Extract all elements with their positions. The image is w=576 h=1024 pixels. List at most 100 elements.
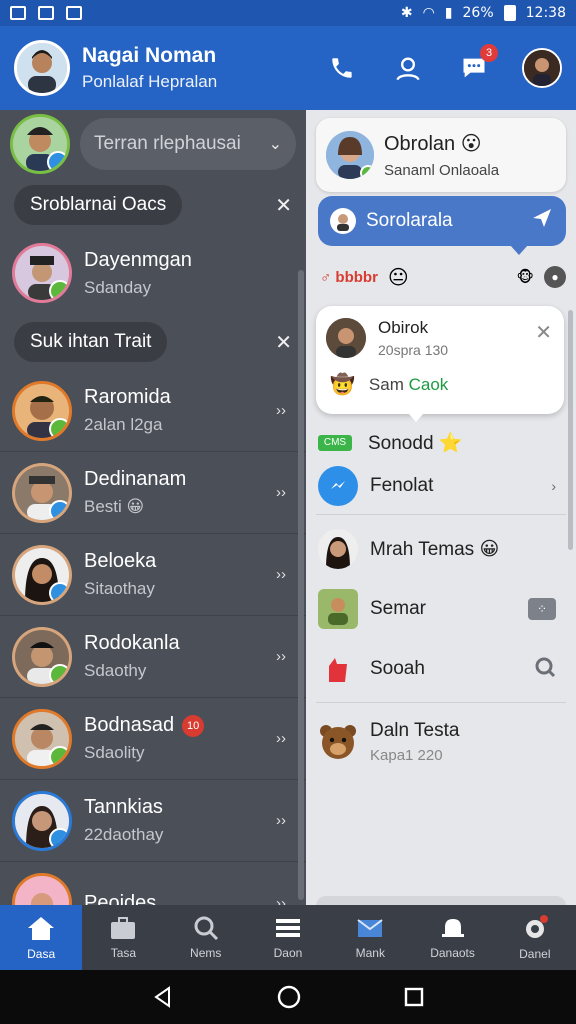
- nav-tasa[interactable]: Tasa: [82, 905, 164, 970]
- hand-emoji-icon: 🤠: [330, 374, 355, 396]
- notification-badge: 3: [480, 44, 498, 62]
- close-icon[interactable]: ✕: [535, 320, 552, 345]
- red-hand-icon: [318, 649, 358, 689]
- right-scrollbar[interactable]: [568, 310, 573, 550]
- mail-icon: [357, 918, 383, 937]
- chevron-right-icon[interactable]: ›: [551, 478, 556, 494]
- list-item[interactable]: Bodnasad 10 Sdaolity ››: [0, 698, 306, 780]
- list-item[interactable]: Semar ⁘: [306, 584, 568, 634]
- nav-nems[interactable]: Nems: [165, 905, 247, 970]
- chevron-right-icon[interactable]: ››: [276, 812, 286, 829]
- bottom-nav: Dasa Tasa Nems Daon Mank Danaots Danel: [0, 905, 576, 970]
- contact-name: Rodokanla: [84, 632, 180, 654]
- chevron-down-icon[interactable]: ⌄: [269, 134, 282, 154]
- item-name: Daln Testa: [370, 720, 460, 741]
- message-popup: Obirok 20spra 130 ✕ 🤠 Sam Caok: [316, 306, 564, 422]
- close-icon[interactable]: ✕: [275, 330, 292, 355]
- list-item[interactable]: Peoides ››: [0, 862, 306, 905]
- list-item[interactable]: Rodokanla Sdaothy ››: [0, 616, 306, 698]
- call-button[interactable]: [324, 50, 360, 86]
- contact-name: Peoides: [84, 891, 157, 906]
- settings-icon: [525, 914, 548, 938]
- battery-icon: [503, 5, 516, 21]
- popup-line: Sam Caok: [368, 374, 449, 394]
- close-icon[interactable]: ✕: [275, 193, 292, 218]
- online-status-icon: [49, 581, 69, 602]
- search-icon[interactable]: [534, 656, 556, 683]
- item-name: Sonodd ⭐: [368, 433, 463, 454]
- list-item[interactable]: Tannkias 22daothay ››: [0, 780, 306, 862]
- contact-avatar: [12, 544, 72, 605]
- nav-label: Mank: [355, 945, 385, 960]
- nav-label: Nems: [190, 945, 222, 960]
- nav-label: Danel: [519, 946, 551, 961]
- home-button-icon[interactable]: [276, 984, 302, 1010]
- list-item[interactable]: Dayenmgan Sdanday: [0, 232, 306, 314]
- signal-icon: ▮: [444, 5, 453, 21]
- chat-card[interactable]: Obrolan 😮 Sanaml Onlaoala: [316, 118, 566, 192]
- chevron-right-icon[interactable]: ››: [276, 402, 286, 419]
- gmail-icon: [38, 6, 54, 20]
- chevron-right-icon[interactable]: ››: [276, 566, 286, 583]
- online-status-icon: [49, 745, 69, 766]
- messenger-icon: [318, 466, 358, 506]
- search-placeholder: Terran rlephausai: [94, 133, 241, 154]
- nav-danel[interactable]: Danel: [494, 905, 576, 970]
- list-item[interactable]: Dedinanam Besti 😀 ››: [0, 452, 306, 534]
- search-input[interactable]: Terran rlephausai ⌄: [80, 118, 296, 170]
- item-name: Fenolat: [370, 475, 434, 496]
- nav-home[interactable]: Dasa: [0, 905, 83, 970]
- back-icon[interactable]: [151, 985, 175, 1009]
- send-icon[interactable]: [530, 206, 554, 236]
- divider: [316, 514, 566, 515]
- bear-avatar-icon: [318, 722, 358, 762]
- list-item[interactable]: Beloeka Sitaothay ››: [0, 534, 306, 616]
- list-item[interactable]: Fenolat ›: [306, 464, 568, 508]
- online-status-icon: [360, 165, 374, 179]
- profile-avatar[interactable]: [14, 40, 70, 96]
- my-avatar[interactable]: [10, 114, 70, 174]
- chat-subtitle: Sanaml Onlaoala: [384, 162, 500, 179]
- chat-avatar: [326, 131, 374, 179]
- conversation-list: Terran rlephausai ⌄ Sroblarnai Oacs ✕ Da…: [0, 110, 306, 905]
- smiley-emoji-icon[interactable]: 😐: [388, 265, 409, 290]
- section-chip[interactable]: Sroblarnai Oacs: [14, 185, 183, 225]
- list-item[interactable]: Daln Testa Kapa1 220: [306, 714, 568, 770]
- account-avatar[interactable]: [522, 48, 562, 88]
- chevron-right-icon[interactable]: ››: [276, 895, 286, 906]
- chevron-right-icon[interactable]: ››: [276, 484, 286, 501]
- chevron-right-icon[interactable]: ››: [276, 648, 286, 665]
- compose-pill[interactable]: Sorolarala: [318, 196, 566, 255]
- contact-name: Dayenmgan: [84, 248, 192, 271]
- nav-daon[interactable]: Daon: [247, 905, 329, 970]
- list-item[interactable]: CMS Sonodd ⭐: [306, 428, 568, 458]
- contact-status: Sdanday: [84, 277, 152, 297]
- left-scrollbar[interactable]: [298, 270, 304, 900]
- online-status-icon: [49, 499, 69, 520]
- list-item[interactable]: Sooah: [306, 644, 568, 694]
- chevron-right-icon[interactable]: ››: [276, 730, 286, 747]
- monkey-emoji-icon[interactable]: 🐵: [517, 268, 534, 286]
- nav-danaots[interactable]: Danaots: [411, 905, 493, 970]
- emoji-more-icon[interactable]: ●: [544, 266, 566, 288]
- contacts-button[interactable]: [390, 50, 426, 86]
- nav-mank[interactable]: Mank: [329, 905, 411, 970]
- compose-label: Sorolarala: [366, 210, 453, 231]
- tag-chip-icon: CMS: [318, 435, 352, 451]
- list-item[interactable]: Mrah Temas 😀: [306, 524, 568, 574]
- contact-avatar: [12, 626, 72, 687]
- online-status-icon: [49, 280, 69, 300]
- section-chip[interactable]: Suk ihtan Trait: [14, 322, 168, 362]
- nav-label: Tasa: [110, 945, 137, 960]
- messages-button[interactable]: 3: [456, 44, 498, 86]
- contact-status: Sitaothay: [84, 579, 155, 598]
- divider: [316, 702, 566, 703]
- list-item[interactable]: Raromida 2alan l2ga ››: [0, 370, 306, 452]
- recents-icon[interactable]: [403, 986, 425, 1008]
- contact-name: Raromida: [84, 386, 171, 408]
- search-row: Terran rlephausai ⌄: [0, 110, 306, 178]
- contact-name: Bodnasad 10: [84, 714, 276, 737]
- photo-icon: [10, 6, 26, 20]
- grid-icon[interactable]: ⁘: [528, 598, 556, 620]
- bottom-input-hint[interactable]: [316, 896, 566, 905]
